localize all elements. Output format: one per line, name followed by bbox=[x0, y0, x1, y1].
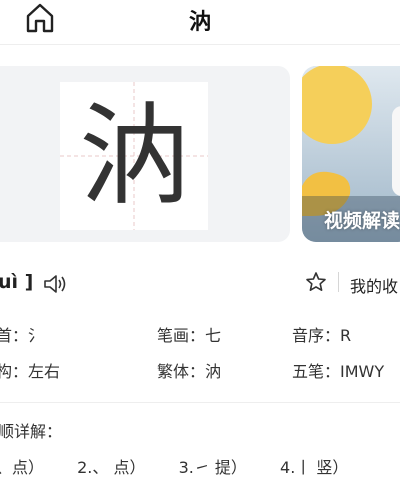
info-traditional: 繁体：汭 bbox=[157, 358, 221, 382]
stroke-order-list: 、点） 2.、 点） 3.㇀ 提） 4.丨 竖） bbox=[0, 454, 348, 478]
info-label: 首： bbox=[0, 326, 29, 345]
stroke-item: 、点） bbox=[0, 458, 45, 477]
star-icon bbox=[306, 272, 326, 291]
character-grid-box[interactable]: 汭 bbox=[60, 82, 208, 230]
speaker-icon bbox=[44, 275, 66, 293]
info-value: 汭 bbox=[205, 362, 222, 381]
info-value: IMWY bbox=[340, 362, 385, 381]
info-value: R bbox=[340, 326, 352, 345]
page-title: 汭 bbox=[188, 10, 211, 35]
info-phonetic-order: 音序：R bbox=[292, 322, 351, 346]
header-divider bbox=[0, 44, 400, 45]
info-label: 音序： bbox=[292, 326, 341, 345]
character-glyph: 汭 bbox=[79, 92, 189, 220]
pinyin-text: uì ] bbox=[0, 271, 34, 293]
info-value: 氵 bbox=[28, 326, 45, 345]
info-label: 笔画： bbox=[157, 326, 206, 345]
section-divider bbox=[0, 402, 400, 403]
top-bar: 汭 bbox=[0, 0, 400, 44]
info-label: 五笔： bbox=[292, 362, 341, 381]
favorite-button[interactable] bbox=[305, 271, 327, 293]
favorite-label[interactable]: 我的收 bbox=[350, 273, 398, 297]
stroke-order-title: 顺详解： bbox=[0, 422, 63, 441]
info-value: 七 bbox=[205, 326, 222, 345]
info-structure: 构：左右 bbox=[0, 358, 60, 382]
favorite-divider bbox=[338, 272, 339, 292]
video-label: 视频解读 bbox=[324, 210, 400, 232]
info-label: 繁体： bbox=[157, 362, 206, 381]
info-wubi: 五笔：IMWY bbox=[292, 358, 384, 382]
stroke-item: 3.㇀ 提） bbox=[178, 458, 247, 477]
stroke-item: 2.、 点） bbox=[77, 458, 146, 477]
video-explanation-card[interactable]: 视频解读 bbox=[302, 66, 400, 242]
info-label: 构： bbox=[0, 362, 29, 381]
info-value: 左右 bbox=[28, 362, 61, 381]
info-radical: 首：氵 bbox=[0, 322, 44, 346]
pronounce-button[interactable] bbox=[42, 272, 68, 296]
stroke-item: 4.丨 竖） bbox=[280, 458, 349, 477]
info-strokes: 笔画：七 bbox=[157, 322, 221, 346]
